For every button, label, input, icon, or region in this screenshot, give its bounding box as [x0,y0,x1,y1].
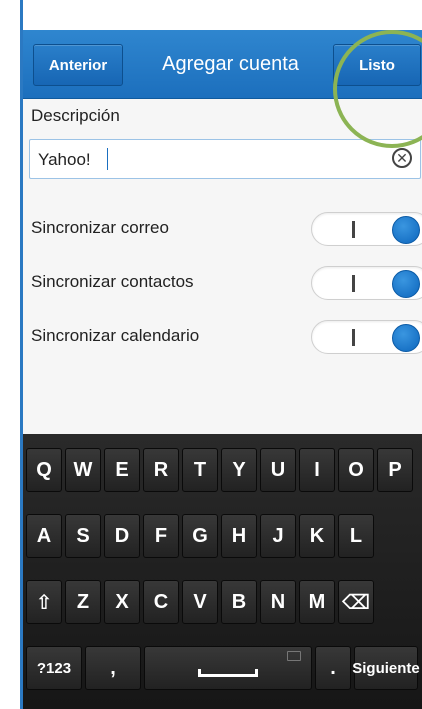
sync-contacts-toggle[interactable] [311,266,422,300]
key-r[interactable]: R [143,448,179,492]
clear-icon[interactable]: ✕ [392,148,412,168]
space-key[interactable] [144,646,312,690]
toggle-knob [392,216,420,244]
sync-contacts-label: Sincronizar contactos [31,272,194,291]
key-j[interactable]: J [260,514,296,558]
keyboard-row-2: A S D F G H J K L [23,508,422,564]
virtual-keyboard: Q W E R T Y U I O P A S D F G H J K L ⇧ … [23,434,422,709]
next-key[interactable]: Siguiente [352,646,420,690]
key-s[interactable]: S [65,514,101,558]
toggle-knob [392,270,420,298]
key-f[interactable]: F [143,514,179,558]
backspace-key[interactable]: ⌫ [338,580,374,624]
key-n[interactable]: N [260,580,296,624]
key-w[interactable]: W [65,448,101,492]
description-field[interactable]: Yahoo! ✕ [29,139,421,179]
done-button[interactable]: Listo [333,44,421,86]
toggle-knob [392,324,420,352]
sync-calendar-label: Sincronizar calendario [31,326,200,345]
keyboard-row-1: Q W E R T Y U I O P [23,442,422,498]
period-key[interactable]: . [315,646,351,690]
key-v[interactable]: V [182,580,218,624]
page-title: Agregar cuenta [162,52,299,75]
key-x[interactable]: X [104,580,140,624]
sync-calendar-toggle[interactable] [311,320,422,354]
keyboard-row-4: ?123 , . Siguiente [23,640,422,696]
device-screen: Anterior Agregar cuenta Listo Descripció… [23,30,422,709]
key-c[interactable]: C [143,580,179,624]
back-button[interactable]: Anterior [33,44,123,86]
sync-mail-toggle[interactable] [311,212,422,246]
description-value: Yahoo! [38,150,91,169]
key-q[interactable]: Q [26,448,62,492]
text-caret [107,148,108,170]
comma-key[interactable]: , [85,646,141,690]
sync-calendar-row: Sincronizar calendario [23,316,422,356]
symbols-key[interactable]: ?123 [26,646,82,690]
key-a[interactable]: A [26,514,62,558]
toggle-on-mark [352,275,355,292]
key-i[interactable]: I [299,448,335,492]
title-bar: Anterior Agregar cuenta Listo [23,30,422,99]
key-m[interactable]: M [299,580,335,624]
sync-contacts-row: Sincronizar contactos [23,262,422,302]
shift-key[interactable]: ⇧ [26,580,62,624]
key-u[interactable]: U [260,448,296,492]
key-p[interactable]: P [377,448,413,492]
toggle-on-mark [352,329,355,346]
key-l[interactable]: L [338,514,374,558]
key-b[interactable]: B [221,580,257,624]
key-k[interactable]: K [299,514,335,558]
key-y[interactable]: Y [221,448,257,492]
toggle-on-mark [352,221,355,238]
key-e[interactable]: E [104,448,140,492]
key-z[interactable]: Z [65,580,101,624]
key-g[interactable]: G [182,514,218,558]
key-t[interactable]: T [182,448,218,492]
keyboard-row-3: ⇧ Z X C V B N M ⌫ [23,574,422,630]
sync-mail-label: Sincronizar correo [31,218,169,237]
key-o[interactable]: O [338,448,374,492]
keyboard-icon [287,651,301,661]
description-label: Descripción [31,106,120,125]
key-h[interactable]: H [221,514,257,558]
space-bar-icon [198,669,258,677]
key-d[interactable]: D [104,514,140,558]
sync-mail-row: Sincronizar correo [23,208,422,248]
